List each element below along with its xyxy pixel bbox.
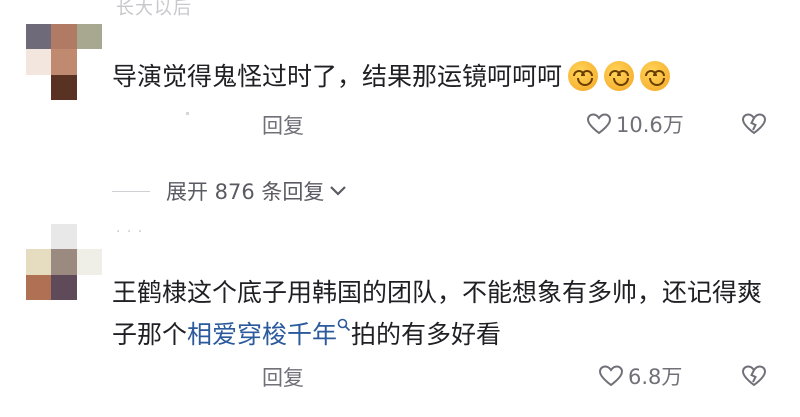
upside-down-face-emoji-icon (604, 61, 635, 91)
comment-username[interactable]: 长大以后 (116, 0, 192, 20)
like-button[interactable]: 10.6万 (586, 109, 684, 139)
expand-replies-button[interactable]: 展开 876 条回复 (112, 176, 348, 206)
comment-text-body: 导演觉得鬼怪过时了，结果那运镜呵呵呵 (112, 62, 563, 91)
chevron-down-icon (330, 186, 347, 196)
upside-down-face-emoji-icon (640, 61, 671, 91)
avatar[interactable] (26, 224, 102, 300)
heart-outline-icon (598, 365, 624, 387)
comment-text: 导演觉得鬼怪过时了，结果那运镜呵呵呵 (112, 56, 782, 98)
expand-divider (112, 190, 150, 192)
comment-text-tail: 拍的有多好看 (351, 320, 502, 349)
comment-text: 王鹤棣这个底子用韩国的团队，不能想象有多帅，还记得爽子那个相爱穿梭千年 拍的有多好… (112, 272, 782, 356)
topic-link[interactable]: 相爱穿梭千年 (187, 320, 337, 349)
like-button[interactable]: 6.8万 (598, 361, 682, 391)
comment-item: 长大以后 导演觉得鬼怪过时了，结果那运镜呵呵呵 回复 10.6万 (0, 0, 800, 160)
reply-button[interactable]: 回复 (262, 110, 304, 140)
divider-dot (186, 112, 189, 115)
broken-heart-icon (741, 113, 767, 135)
avatar[interactable] (26, 24, 102, 100)
like-count: 6.8万 (628, 365, 683, 389)
search-icon[interactable] (337, 318, 351, 332)
upside-down-face-emoji-icon (568, 61, 599, 91)
reply-button[interactable]: 回复 (262, 362, 304, 392)
broken-heart-icon (741, 365, 767, 387)
expand-replies-label: 展开 876 条回复 (166, 180, 325, 204)
dislike-button[interactable] (740, 112, 768, 140)
comment-item: · · · 王鹤棣这个底子用韩国的团队，不能想象有多帅，还记得爽子那个相爱穿梭千… (0, 220, 800, 417)
heart-outline-icon (586, 113, 612, 135)
like-count: 10.6万 (616, 113, 684, 137)
comment-username[interactable]: · · · (116, 224, 143, 240)
dislike-button[interactable] (740, 364, 768, 392)
